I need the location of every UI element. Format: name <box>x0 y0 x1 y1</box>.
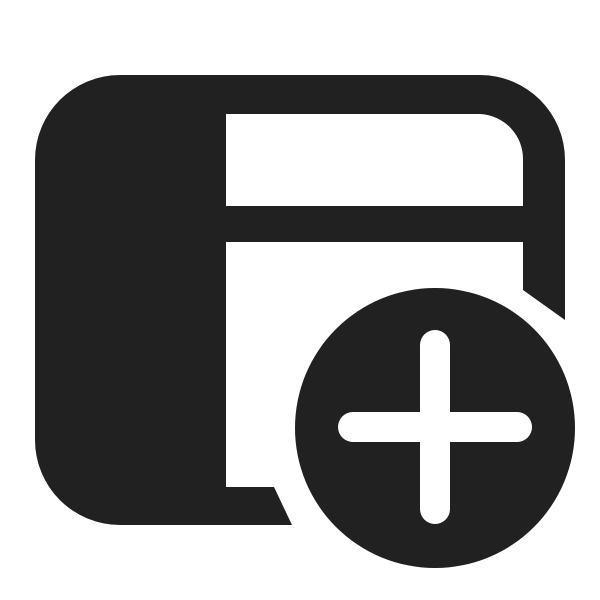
panel-left-add-icon <box>35 75 593 586</box>
add-badge-icon <box>277 270 593 586</box>
plus-vertical-bar <box>420 330 450 524</box>
icon-canvas <box>0 0 600 600</box>
